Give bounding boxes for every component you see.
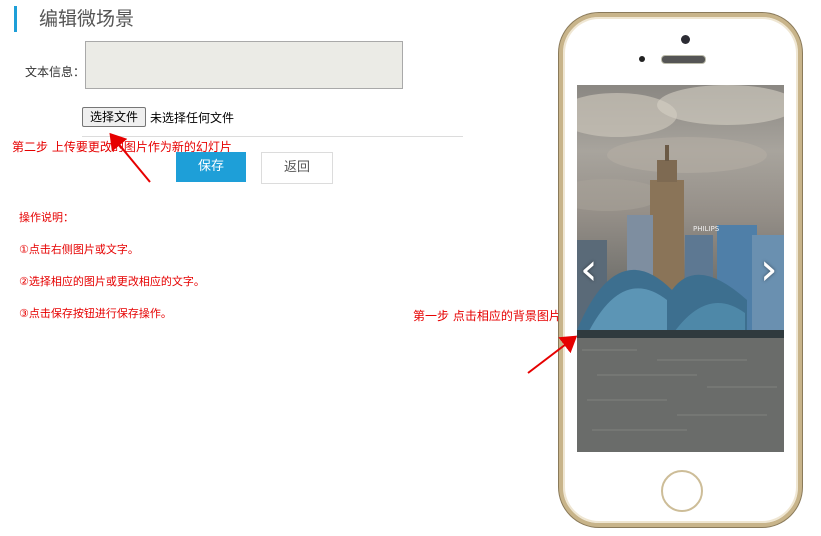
step1-arrow <box>527 335 578 374</box>
step2-arrow <box>109 132 151 183</box>
annotation-arrows <box>109 132 578 374</box>
